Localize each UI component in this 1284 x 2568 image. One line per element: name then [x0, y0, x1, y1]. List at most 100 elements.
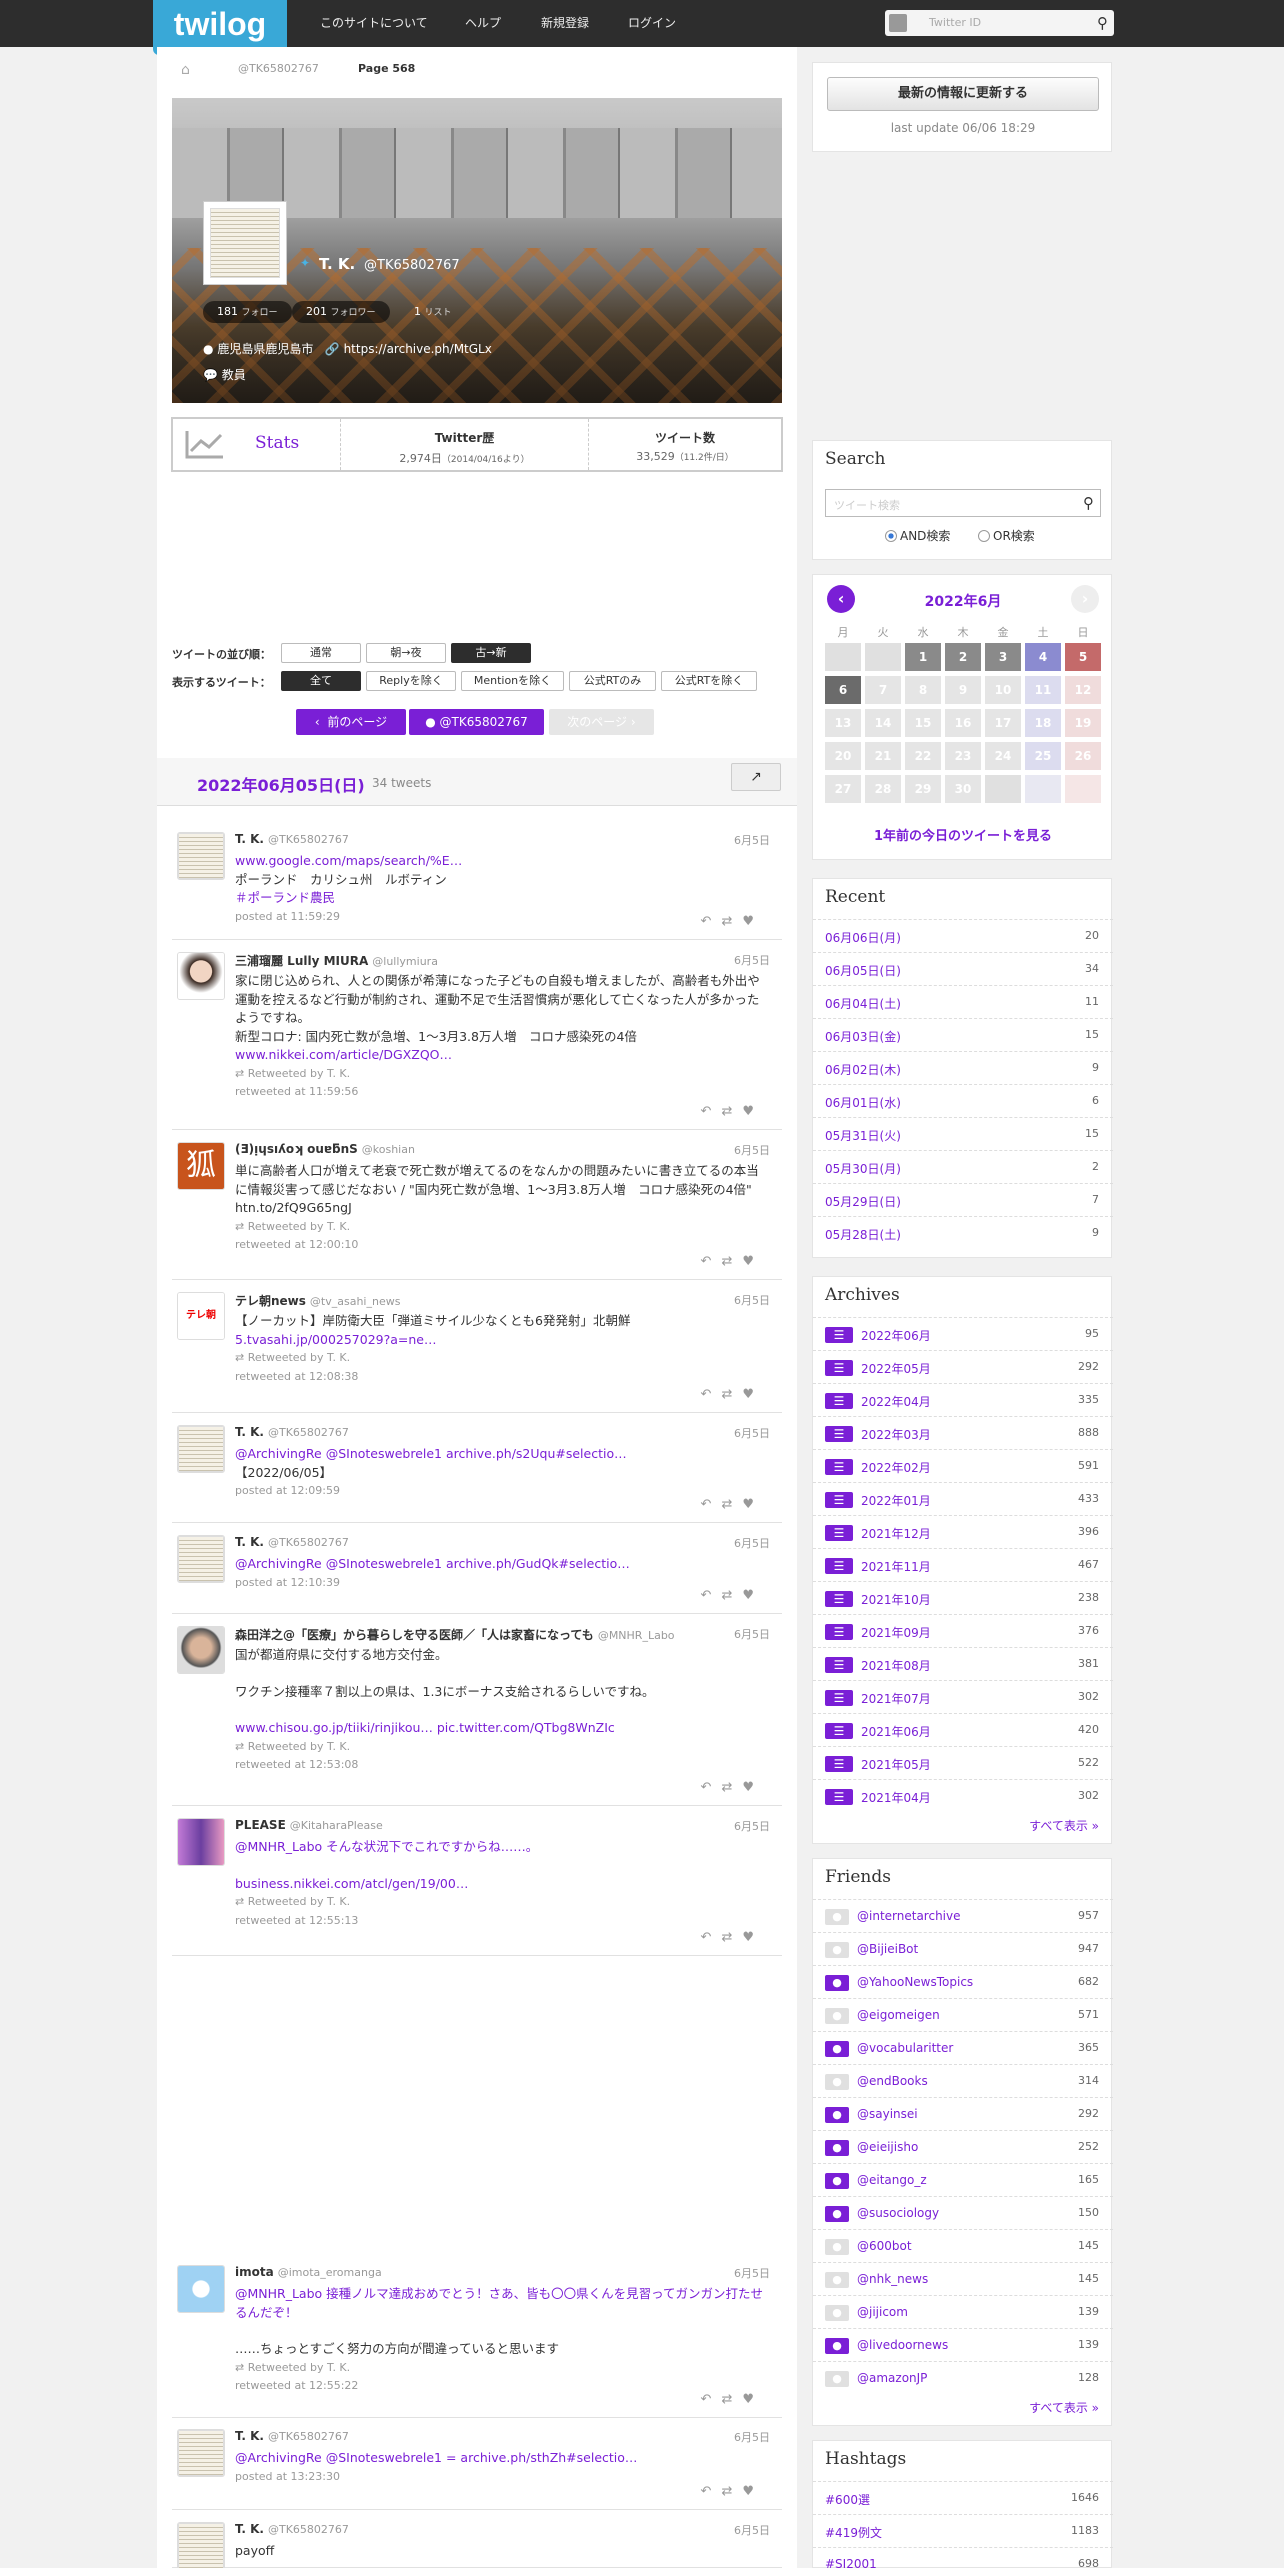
tweet-timestamp[interactable]: retweeted at 11:59:56 [235, 1083, 765, 1102]
tweet-actions[interactable]: ↶⇄♥ [701, 2392, 764, 2407]
tweet-timestamp[interactable]: retweeted at 12:08:38 [235, 1368, 765, 1387]
archives-link[interactable]: 2021年05月 [861, 1756, 931, 1773]
hashtags-link[interactable]: #SI2001 [825, 2557, 877, 2568]
tweet-date[interactable]: 6月5日 [734, 2522, 770, 2538]
recent-link[interactable]: 05月31日(火) [825, 1127, 901, 1144]
hashtags-link[interactable]: #600選 [825, 2491, 870, 2508]
recent-item[interactable]: 06月03日(金) 15 [813, 1018, 1113, 1051]
tweet-author[interactable]: T. K. @TK65802767 [235, 1535, 349, 1549]
tweet-timestamp[interactable]: retweeted at 12:00:10 [235, 1236, 765, 1255]
archives-link[interactable]: 2022年02月 [861, 1459, 931, 1476]
friends-item[interactable]: ● @YahooNewsTopics 682 [813, 1965, 1113, 1998]
recent-item[interactable]: 06月05日(日) 34 [813, 952, 1113, 985]
tweet-actions[interactable]: ↶⇄♥ [701, 1497, 764, 1512]
archives-item[interactable]: ☰ 2022年04月 335 [813, 1383, 1113, 1416]
tweet-timestamp[interactable]: retweeted at 12:53:08 [235, 1756, 765, 1775]
twitter-id-search[interactable]: Twitter ID ⚲ [885, 10, 1114, 36]
order-normal[interactable]: 通常 [281, 643, 361, 663]
tweet-text-line[interactable]: www.chisou.go.jp/tiiki/rinjikou… pic.twi… [235, 1719, 765, 1738]
archives-item[interactable]: ☰ 2021年11月 467 [813, 1548, 1113, 1581]
tweet-avatar[interactable] [177, 952, 225, 1000]
friends-link[interactable]: @nhk_news [857, 2272, 928, 2286]
archives-link[interactable]: 2021年06月 [861, 1723, 931, 1740]
tweet-text-line[interactable]: www.nikkei.com/article/DGXZQO… [235, 1046, 765, 1065]
archives-item[interactable]: ☰ 2022年01月 433 [813, 1482, 1113, 1515]
calendar-day[interactable]: 5 [1065, 643, 1101, 671]
friends-item[interactable]: ● @eieijisho 252 [813, 2130, 1113, 2163]
calendar-day[interactable]: 6 [825, 676, 861, 704]
archives-item[interactable]: ☰ 2021年05月 522 [813, 1746, 1113, 1779]
tweet-avatar[interactable] [177, 1535, 225, 1583]
tweet-author[interactable]: T. K. @TK65802767 [235, 1425, 349, 1439]
show-rt-only[interactable]: 公式RTのみ [569, 671, 656, 691]
and-search-radio[interactable]: AND検索 [885, 527, 950, 544]
recent-item[interactable]: 05月31日(火) 15 [813, 1117, 1113, 1150]
recent-link[interactable]: 05月28日(土) [825, 1226, 901, 1243]
or-search-radio[interactable]: OR検索 [978, 527, 1035, 544]
tweet-timestamp[interactable]: posted at 12:10:39 [235, 1574, 765, 1593]
follower-count[interactable]: 201 フォロワー [292, 301, 390, 323]
tweet-timestamp[interactable]: posted at 13:23:30 [235, 2468, 765, 2487]
hashtags-link[interactable]: #419例文 [825, 2524, 882, 2541]
recent-link[interactable]: 05月29日(日) [825, 1193, 901, 1210]
tweet-avatar[interactable]: テレ朝 [177, 1292, 225, 1340]
friends-item[interactable]: ● @jijicom 139 [813, 2295, 1113, 2328]
tweet-actions[interactable]: ↶⇄♥ [701, 1387, 764, 1402]
tweet-date[interactable]: 6月5日 [734, 1818, 770, 1834]
recent-item[interactable]: 05月30日(月) 2 [813, 1150, 1113, 1183]
tweet-date[interactable]: 6月5日 [734, 2265, 770, 2281]
friends-item[interactable]: ● @endBooks 314 [813, 2064, 1113, 2097]
share-icon[interactable]: ↗ [731, 763, 781, 791]
tweet-author[interactable]: T. K. @TK65802767 [235, 832, 349, 846]
tweet-avatar[interactable] [177, 832, 225, 880]
order-old-new[interactable]: 古→新 [451, 643, 531, 663]
tweet-actions[interactable]: ↶⇄♥ [701, 2484, 764, 2499]
list-count[interactable]: 1 リスト [400, 301, 466, 323]
friends-link[interactable]: @amazonJP [857, 2371, 927, 2385]
tweet-date[interactable]: 6月5日 [734, 952, 770, 968]
tweet-timestamp[interactable]: retweeted at 12:55:22 [235, 2377, 765, 2396]
tweet-timestamp[interactable]: posted at 11:59:29 [235, 908, 765, 927]
tweet-text-line[interactable]: 5.tvasahi.jp/000257029?a=ne… [235, 1331, 765, 1350]
archives-link[interactable]: 2022年04月 [861, 1393, 931, 1410]
friends-link[interactable]: @eitango_z [857, 2173, 927, 2187]
nav-login[interactable]: ログイン [628, 14, 676, 31]
friends-link[interactable]: @eieijisho [857, 2140, 918, 2154]
recent-link[interactable]: 06月05日(日) [825, 962, 901, 979]
tweet-author[interactable]: 三浦瑠麗 Lully MIURA @lullymiura [235, 952, 438, 969]
tweet-date[interactable]: 6月5日 [734, 1142, 770, 1158]
friends-item[interactable]: ● @amazonJP 128 [813, 2361, 1113, 2394]
search-icon[interactable]: ⚲ [1097, 14, 1108, 32]
archives-item[interactable]: ☰ 2022年02月 591 [813, 1449, 1113, 1482]
archives-link[interactable]: 2021年11月 [861, 1558, 931, 1575]
nav-register[interactable]: 新規登録 [541, 14, 589, 31]
profile-avatar[interactable] [203, 201, 287, 285]
archives-link[interactable]: 2021年08月 [861, 1657, 931, 1674]
tweet-avatar[interactable] [177, 1425, 225, 1473]
friends-link[interactable]: @sayinsei [857, 2107, 918, 2121]
friends-item[interactable]: ● @eitango_z 165 [813, 2163, 1113, 2196]
tweet-avatar[interactable] [177, 2265, 225, 2313]
tweet-avatar[interactable] [177, 1818, 225, 1866]
friends-link[interactable]: @YahooNewsTopics [857, 1975, 973, 1989]
calendar-day[interactable]: 3 [985, 643, 1021, 671]
archives-link[interactable]: 2022年06月 [861, 1327, 931, 1344]
tweet-date[interactable]: 6月5日 [734, 832, 770, 848]
friends-link[interactable]: @vocabularitter [857, 2041, 953, 2055]
recent-item[interactable]: 05月29日(日) 7 [813, 1183, 1113, 1216]
tweet-actions[interactable]: ↶⇄♥ [701, 1104, 764, 1119]
hashtags-item[interactable]: #419例文 1183 [813, 2514, 1113, 2547]
tweet-avatar[interactable] [177, 1626, 225, 1674]
friends-item[interactable]: ● @BijieiBot 947 [813, 1932, 1113, 1965]
tweet-author[interactable]: テレ朝news @tv_asahi_news [235, 1292, 400, 1309]
tweet-text-line[interactable]: @ArchivingRe @SInoteswebrele1 = archive.… [235, 2449, 765, 2468]
recent-link[interactable]: 06月04日(土) [825, 995, 901, 1012]
order-morning-night[interactable]: 朝→夜 [366, 643, 446, 663]
tweet-actions[interactable]: ↶⇄♥ [701, 1254, 764, 1269]
tweet-actions[interactable]: ↶⇄♥ [701, 914, 764, 929]
archives-link[interactable]: 2022年05月 [861, 1360, 931, 1377]
tweet-date[interactable]: 6月5日 [734, 1425, 770, 1441]
recent-item[interactable]: 06月02日(木) 9 [813, 1051, 1113, 1084]
tweet-date[interactable]: 6月5日 [734, 1626, 770, 1642]
profile-handle[interactable]: @TK65802767 [364, 258, 460, 273]
